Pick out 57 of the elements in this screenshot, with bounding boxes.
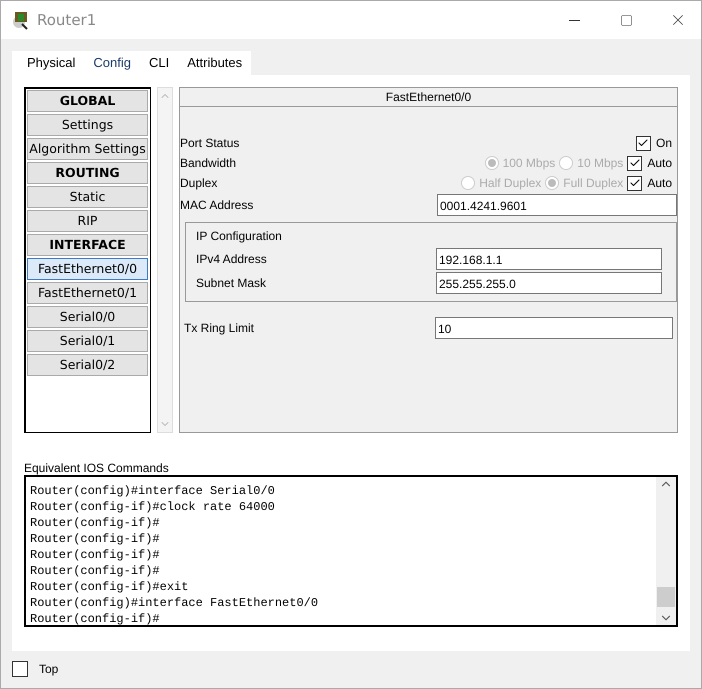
field-label: Port Status: [180, 136, 240, 150]
field-label: MAC Address: [180, 198, 254, 212]
checkbox[interactable]: [636, 136, 651, 150]
console-line: Router(config-if)#: [30, 515, 161, 531]
console-line: Router(config-if)#: [30, 563, 161, 579]
checkbox[interactable]: [627, 156, 642, 170]
input-field[interactable]: 192.168.1.1: [436, 248, 662, 270]
option-label: 10 Mbps: [577, 156, 624, 170]
field-label: Bandwidth: [180, 156, 238, 170]
sidebar-item[interactable]: RIP: [27, 210, 148, 232]
sidebar-item[interactable]: Static: [27, 186, 148, 208]
field-label: IPv4 Address: [196, 252, 268, 266]
console-label: Equivalent IOS Commands: [24, 461, 170, 475]
tab[interactable]: Attributes: [181, 51, 248, 79]
sidebar-item[interactable]: Settings: [27, 114, 148, 136]
scroll-thumb[interactable]: [657, 587, 675, 607]
tab[interactable]: CLI: [143, 51, 176, 79]
option-label: Auto: [647, 156, 672, 170]
input-field[interactable]: 10: [435, 317, 673, 339]
group-title: IP Configuration: [196, 229, 283, 245]
sidebar-item[interactable]: Serial0/0: [27, 306, 148, 328]
sidebar-item[interactable]: Serial0/2: [27, 354, 148, 376]
option-label: On: [656, 136, 672, 150]
sidebar-item[interactable]: FastEthernet0/0: [27, 258, 148, 280]
console-line: Router(config)#interface FastEthernet0/0: [30, 595, 320, 611]
sidebar-item[interactable]: Serial0/1: [27, 330, 148, 352]
scrollbar[interactable]: [656, 477, 676, 625]
console-line: Router(config-if)#: [30, 611, 161, 627]
section-header: INTERFACE: [27, 234, 148, 256]
console-line: Router(config-if)#: [30, 547, 161, 563]
maximize-icon: [620, 14, 632, 26]
console-line: Router(config)#interface Serial0/0: [30, 483, 276, 499]
section-header: ROUTING: [27, 162, 148, 184]
checkbox-label: Top: [39, 662, 58, 676]
check-icon: [628, 177, 641, 189]
checkbox[interactable]: [12, 661, 28, 677]
option-label: Full Duplex: [563, 176, 624, 190]
option-label: Auto: [647, 176, 672, 190]
section-header: GLOBAL: [27, 90, 148, 112]
check-icon: [637, 137, 650, 149]
window-title: Router1: [37, 11, 98, 29]
option-label: Half Duplex: [479, 176, 542, 190]
panel-title: FastEthernet0/0: [180, 88, 677, 107]
console-line: Router(config-if)#exit: [30, 579, 190, 595]
option-label: 100 Mbps: [502, 156, 556, 170]
console-line: Router(config-if)#clock rate 64000: [30, 499, 276, 515]
checkbox[interactable]: [627, 176, 642, 190]
tab[interactable]: Physical: [21, 51, 82, 79]
sidebar-item[interactable]: FastEthernet0/1: [27, 282, 148, 304]
input-field[interactable]: 0001.4241.9601: [437, 194, 677, 216]
sidebar-item[interactable]: Algorithm Settings: [27, 138, 148, 160]
check-icon: [628, 157, 641, 169]
field-label: Tx Ring Limit: [184, 321, 256, 335]
field-label: Duplex: [180, 176, 218, 190]
console-line: Router(config-if)#: [30, 531, 161, 547]
field-label: Subnet Mask: [196, 276, 268, 290]
input-field[interactable]: 255.255.255.0: [436, 272, 662, 294]
